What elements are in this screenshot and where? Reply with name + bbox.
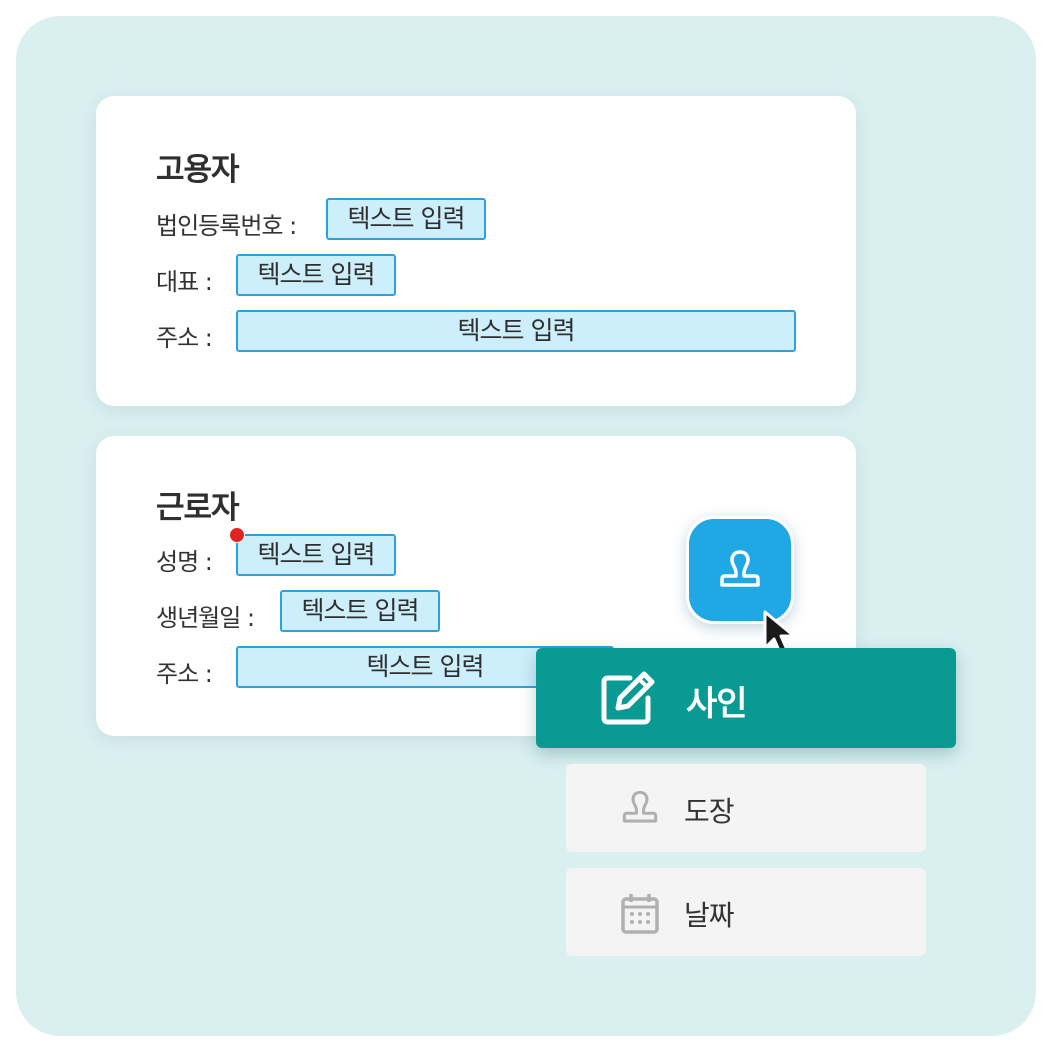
worker-birthdate-input[interactable]: 텍스트 입력 bbox=[280, 590, 440, 632]
employer-reg-number-input[interactable]: 텍스트 입력 bbox=[326, 198, 486, 240]
menu-item-stamp[interactable]: 도장 bbox=[566, 764, 926, 852]
required-marker-dot bbox=[229, 527, 245, 543]
employer-address-input[interactable]: 텍스트 입력 bbox=[236, 310, 796, 352]
employer-ceo-input[interactable]: 텍스트 입력 bbox=[236, 254, 396, 296]
employer-card: 고용자 법인등록번호 : 텍스트 입력 대표 : 텍스트 입력 주소 : 텍스트… bbox=[96, 96, 856, 406]
employer-ceo-label: 대표 : bbox=[156, 268, 213, 296]
worker-address-label: 주소 : bbox=[156, 660, 213, 688]
calendar-icon bbox=[621, 894, 659, 934]
worker-name-input[interactable]: 텍스트 입력 bbox=[236, 534, 396, 576]
stamp-icon bbox=[720, 550, 760, 587]
edit-icon bbox=[601, 671, 655, 725]
menu-item-date[interactable]: 날짜 bbox=[566, 868, 926, 956]
menu-item-stamp-label: 도장 bbox=[684, 795, 735, 828]
menu-item-sign[interactable]: 사인 bbox=[536, 648, 956, 748]
stamp-icon bbox=[622, 790, 658, 823]
worker-birthdate-label: 생년월일 : bbox=[156, 604, 255, 632]
employer-title: 고용자 bbox=[156, 152, 240, 188]
worker-title: 근로자 bbox=[156, 490, 240, 526]
menu-item-date-label: 날짜 bbox=[684, 899, 735, 932]
employer-reg-number-label: 법인등록번호 : bbox=[156, 212, 297, 240]
worker-name-label: 성명 : bbox=[156, 548, 213, 576]
employer-address-label: 주소 : bbox=[156, 324, 213, 352]
menu-item-sign-label: 사인 bbox=[686, 684, 748, 724]
